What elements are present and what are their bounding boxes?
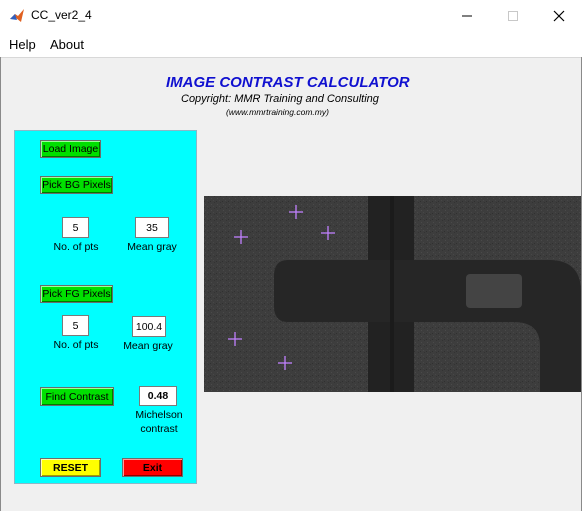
copyright-text: Copyright: MMR Training and Consulting bbox=[181, 93, 379, 105]
load-image-button[interactable]: Load Image bbox=[40, 140, 101, 158]
michelson-contrast-label-line1: Michelson bbox=[135, 409, 183, 421]
pick-fg-pixels-button[interactable]: Pick FG Pixels bbox=[40, 285, 113, 303]
minimize-icon bbox=[462, 15, 472, 16]
matlab-app-icon bbox=[9, 8, 25, 24]
bg-marker-icon bbox=[278, 356, 292, 370]
window-title: CC_ver2_4 bbox=[31, 8, 92, 22]
window-border-left bbox=[0, 57, 1, 511]
find-contrast-button[interactable]: Find Contrast bbox=[40, 387, 114, 406]
maximize-button[interactable] bbox=[490, 0, 536, 31]
close-icon bbox=[553, 10, 565, 21]
michelson-contrast-field[interactable]: 0.48 bbox=[139, 386, 177, 406]
reset-button[interactable]: RESET bbox=[40, 458, 101, 477]
menu-bar bbox=[0, 31, 582, 58]
close-button[interactable] bbox=[536, 0, 582, 31]
fg-points-field[interactable]: 5 bbox=[62, 315, 89, 336]
bg-marker-icon bbox=[321, 226, 335, 240]
maximize-icon bbox=[508, 10, 518, 21]
exit-button[interactable]: Exit bbox=[122, 458, 183, 477]
menu-help[interactable]: Help bbox=[9, 37, 36, 52]
bg-mean-gray-label: Mean gray bbox=[127, 241, 177, 253]
bg-marker-icon bbox=[289, 205, 303, 219]
pick-bg-pixels-button[interactable]: Pick BG Pixels bbox=[40, 176, 113, 194]
bg-points-field[interactable]: 5 bbox=[62, 217, 89, 238]
bg-points-label: No. of pts bbox=[53, 241, 99, 253]
michelson-contrast-label-line2: contrast bbox=[140, 423, 178, 435]
bg-mean-gray-field[interactable]: 35 bbox=[135, 217, 169, 238]
website-text: (www.mmrtraining.com.my) bbox=[226, 107, 329, 117]
minimize-button[interactable] bbox=[444, 0, 490, 31]
fg-points-label: No. of pts bbox=[53, 339, 99, 351]
fg-mean-gray-label: Mean gray bbox=[123, 340, 173, 352]
bg-marker-icon bbox=[234, 230, 248, 244]
fg-mean-gray-field[interactable]: 100.4 bbox=[132, 316, 166, 337]
app-title: IMAGE CONTRAST CALCULATOR bbox=[166, 74, 410, 91]
bg-marker-icon bbox=[228, 332, 242, 346]
menu-about[interactable]: About bbox=[50, 37, 84, 52]
pixel-markers bbox=[228, 205, 335, 370]
